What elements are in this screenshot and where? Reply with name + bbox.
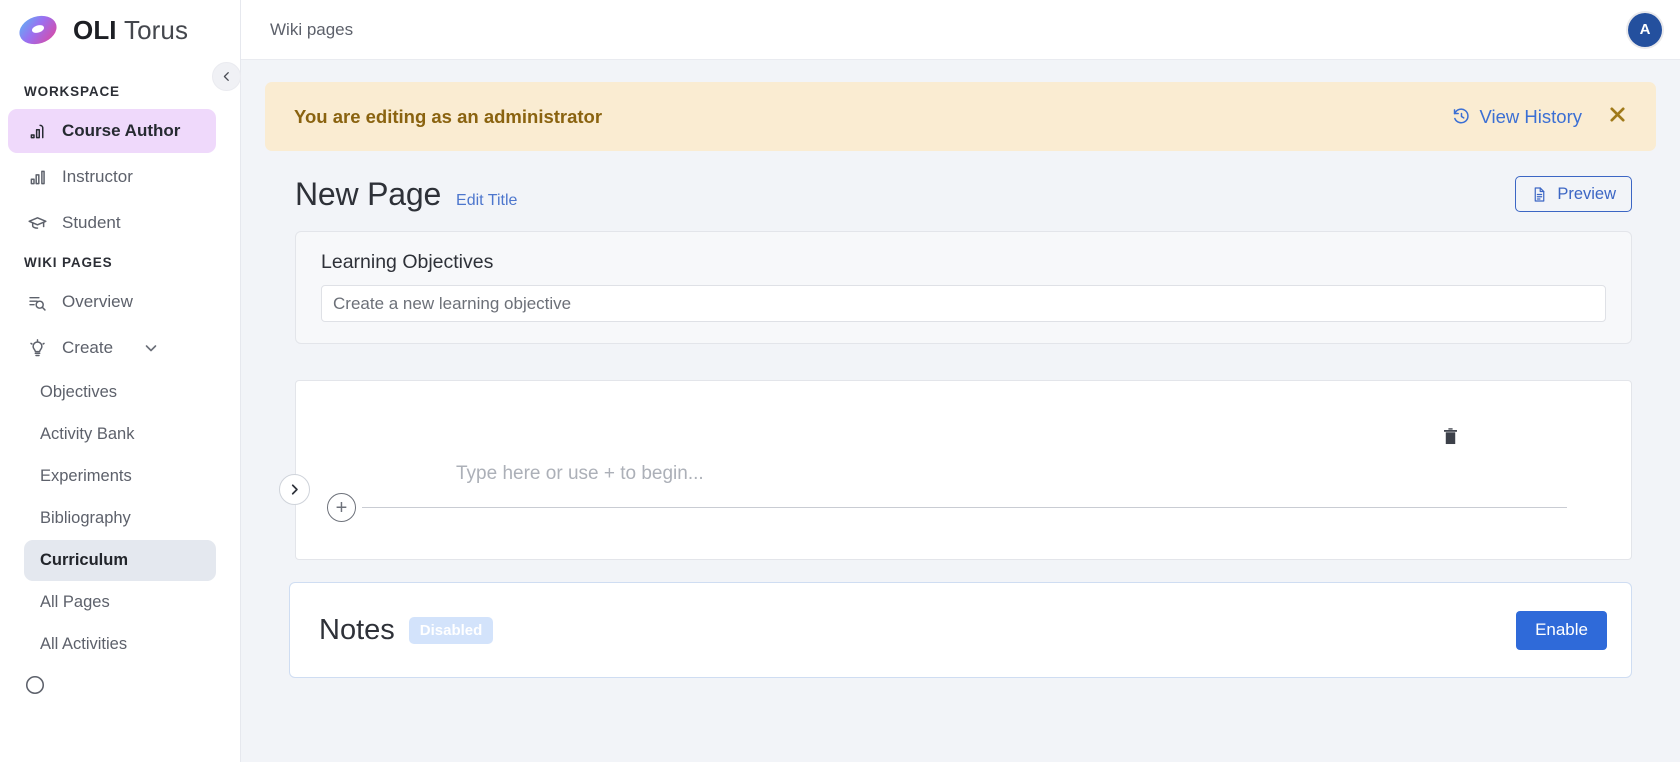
main-area: Wiki pages A You are editing as an admin… — [241, 0, 1680, 762]
sidebar-bottom-icon[interactable] — [0, 666, 240, 701]
sidebar-item-label: Instructor — [62, 167, 133, 186]
sidebar-subitem-all-pages[interactable]: All Pages — [24, 582, 216, 623]
sidebar: OLI Torus WORKSPACE Course Author Instru… — [0, 0, 241, 762]
sidebar-item-overview[interactable]: Overview — [8, 280, 216, 324]
chevron-down-icon — [143, 340, 159, 356]
notes-title: Notes — [319, 613, 395, 646]
sidebar-item-course-author[interactable]: Course Author — [8, 109, 216, 153]
sidebar-subitem-all-activities[interactable]: All Activities — [24, 624, 216, 665]
brand-name-light: Torus — [123, 14, 189, 45]
bar-chart-icon — [26, 166, 48, 188]
content-editor-wrap: Type here or use + to begin... + — [279, 380, 1632, 560]
chevron-right-icon — [291, 484, 298, 495]
learning-objectives-panel: Learning Objectives — [295, 231, 1632, 344]
sidebar-subitem-label: All Pages — [40, 593, 110, 611]
topbar: Wiki pages A — [241, 0, 1680, 60]
app-root: OLI Torus WORKSPACE Course Author Instru… — [0, 0, 1680, 762]
sidebar-subitem-label: Bibliography — [40, 509, 131, 527]
close-icon — [1610, 106, 1625, 122]
sidebar-section-workspace: WORKSPACE — [24, 84, 120, 99]
editor-side-toggle-button[interactable] — [279, 474, 310, 505]
brand-name: OLI Torus — [73, 15, 188, 46]
sidebar-subitem-label: Objectives — [40, 383, 118, 401]
trash-icon — [1444, 428, 1457, 445]
sidebar-subitem-bibliography[interactable]: Bibliography — [24, 498, 216, 539]
sidebar-subitem-activity-bank[interactable]: Activity Bank — [24, 414, 216, 455]
edit-title-button[interactable]: Edit Title — [456, 192, 517, 210]
sidebar-subitem-experiments[interactable]: Experiments — [24, 456, 216, 497]
brand[interactable]: OLI Torus — [0, 0, 240, 60]
notes-header: Notes Disabled — [319, 613, 494, 647]
view-history-button[interactable]: View History — [1452, 106, 1582, 128]
sidebar-item-label: Student — [62, 213, 121, 232]
delete-block-button[interactable] — [1440, 426, 1461, 453]
torus-logo-icon — [19, 15, 57, 45]
sidebar-item-create[interactable]: Create — [8, 326, 216, 370]
history-clock-icon — [1453, 108, 1469, 124]
circle-icon — [25, 675, 45, 695]
sidebar-item-label: Overview — [62, 292, 133, 311]
sidebar-subitem-label: All Activities — [40, 635, 128, 653]
content-editor[interactable]: Type here or use + to begin... + — [295, 380, 1632, 560]
course-author-icon — [26, 120, 48, 142]
admin-banner-message: You are editing as an administrator — [294, 105, 603, 127]
admin-banner-actions: View History — [1452, 105, 1627, 129]
chevron-left-icon — [223, 72, 229, 81]
graduation-cap-icon — [26, 212, 48, 234]
sidebar-nav: WORKSPACE Course Author Instructor Stude… — [0, 60, 240, 762]
page-content: You are editing as an administrator View… — [241, 60, 1680, 762]
notes-status-badge: Disabled — [408, 616, 494, 644]
avatar[interactable]: A — [1628, 12, 1662, 47]
page-title-group: New Page Edit Title — [295, 176, 517, 213]
brand-name-bold: OLI — [73, 14, 117, 45]
admin-banner: You are editing as an administrator View… — [265, 82, 1656, 151]
learning-objectives-label: Learning Objectives — [321, 251, 494, 273]
sidebar-subitem-objectives[interactable]: Objectives — [24, 372, 216, 413]
page-title-row: New Page Edit Title Preview — [265, 173, 1656, 215]
notes-section: Notes Disabled Enable — [289, 582, 1632, 678]
sidebar-item-label: Create — [62, 338, 114, 357]
page-title: New Page — [295, 175, 442, 212]
sidebar-subitem-curriculum[interactable]: Curriculum — [24, 540, 216, 581]
sidebar-subitem-label: Curriculum — [40, 551, 129, 569]
add-block-button[interactable]: + — [327, 493, 356, 522]
preview-button[interactable]: Preview — [1515, 176, 1632, 212]
sidebar-subitem-label: Experiments — [40, 467, 132, 485]
sidebar-item-student[interactable]: Student — [8, 201, 216, 245]
sidebar-collapse-button[interactable] — [212, 62, 241, 91]
document-icon — [1534, 186, 1545, 202]
breadcrumb: Wiki pages — [270, 19, 354, 39]
enable-notes-button[interactable]: Enable — [1516, 610, 1607, 650]
learning-objectives-input[interactable] — [321, 285, 1606, 322]
editor-placeholder-text: Type here or use + to begin... — [456, 463, 704, 484]
banner-close-button[interactable] — [1608, 105, 1627, 129]
view-history-label: View History — [1479, 105, 1582, 127]
sidebar-item-label: Course Author — [62, 121, 181, 140]
list-search-icon — [26, 291, 48, 313]
sidebar-section-wiki-pages: WIKI PAGES — [24, 255, 113, 270]
sidebar-item-instructor[interactable]: Instructor — [8, 155, 216, 199]
lightbulb-icon — [26, 337, 48, 359]
preview-label: Preview — [1557, 184, 1616, 203]
add-block-divider — [362, 507, 1567, 508]
sidebar-subitem-label: Activity Bank — [40, 425, 135, 443]
